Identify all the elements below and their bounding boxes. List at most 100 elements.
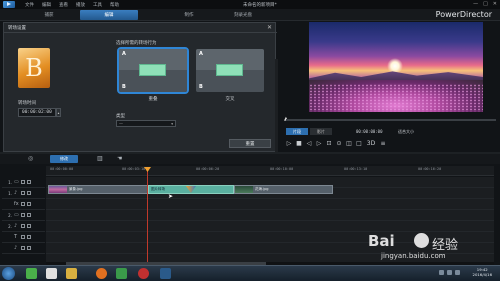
modify-button[interactable]: 修改 [50,155,78,163]
prev-frame-icon[interactable]: ◁ [306,140,312,147]
app-logo-icon [3,1,15,8]
clock-date: 2016/4/16 [472,272,492,277]
type-dropdown[interactable]: — ▾ [116,120,176,127]
title-bar: 文件 编辑 查看 播放 工具 帮助 未命名的新项目* — □ ✕ [0,0,500,9]
overlap-option[interactable]: A B [117,47,189,94]
minimize-button[interactable]: — [473,1,478,7]
app-icon[interactable] [116,268,127,279]
panel-scrollbar[interactable] [275,59,278,153]
next-frame-icon[interactable]: ▷ [316,140,322,147]
track-header[interactable]: 2. ♪ [2,221,45,232]
movie-mode-button[interactable]: 影片 [310,128,332,135]
track-header[interactable]: 1. ▭ [2,177,45,188]
chevron-down-icon: ▾ [171,122,173,126]
timecode-display[interactable]: 00:00:00:00 [356,129,383,134]
lock-icon[interactable] [21,224,25,228]
transition-clip[interactable]: 图片转场 [148,185,234,194]
reset-button[interactable]: 重置 [229,139,271,148]
duration-spinner-icon[interactable]: ▴ [56,108,61,117]
fx-track-icon: fx [14,201,19,207]
lock-icon[interactable] [21,235,25,239]
menu-icon[interactable]: ≡ [380,140,386,147]
powerdirector-icon[interactable] [160,268,171,279]
transition-marker-icon [186,186,196,193]
grid-icon[interactable]: ◫ [346,140,352,147]
delete-icon[interactable]: ▥ [97,155,103,162]
checkbox-icon[interactable] [27,202,31,206]
lock-icon[interactable] [21,213,25,217]
checkbox-icon[interactable] [27,246,31,250]
track-lane[interactable] [46,221,494,232]
browser-icon[interactable] [96,268,107,279]
checkbox-icon[interactable] [27,213,31,217]
tab-disc[interactable]: 刻录光盘 [214,10,272,20]
track-manager-icon[interactable]: ◎ [28,155,33,162]
undock-icon[interactable]: □ [356,140,362,147]
tray-icon[interactable] [455,270,460,275]
play-icon[interactable]: ▷ [286,140,292,147]
window-controls: — □ ✕ [473,1,497,7]
panel-divider [4,32,277,33]
menu-view[interactable]: 查看 [59,2,68,8]
track-lane[interactable] [46,199,494,210]
menu-tools[interactable]: 工具 [93,2,102,8]
maximize-button[interactable]: □ [483,1,488,7]
player-mode-bar: 片段 影片 00:00:00:00 适合大小 [286,128,486,136]
lock-icon[interactable] [21,246,25,250]
track-header[interactable]: 1. ♪ [2,188,45,199]
snapshot-icon[interactable]: ⊙ [336,140,342,147]
track-number: 1. [8,179,12,185]
menu-file[interactable]: 文件 [25,2,34,8]
track-lane[interactable] [46,232,494,243]
app-icon[interactable] [26,268,37,279]
panel-close-icon[interactable]: ✕ [267,24,272,31]
record-icon[interactable] [138,268,149,279]
playhead-line[interactable] [147,170,148,266]
tab-capture[interactable]: 捕获 [20,10,78,20]
menu-edit[interactable]: 编辑 [42,2,51,8]
track-lane[interactable] [46,243,494,254]
track-lane[interactable] [46,210,494,221]
stop-icon[interactable]: ■ [296,140,302,147]
lock-icon[interactable] [21,180,25,184]
cross-caption: 交叉 [225,97,235,102]
track-header[interactable]: 2. ▭ [2,210,45,221]
tray-icon[interactable] [447,270,452,275]
checkbox-icon[interactable] [27,235,31,239]
checkbox-icon[interactable] [27,224,31,228]
cross-option[interactable]: A B [196,49,264,92]
track-header[interactable]: T [2,232,45,243]
clip-name: 花海.jpg [255,187,269,191]
video-clip[interactable]: 景象.jpg [48,185,148,194]
tray-icon[interactable] [439,270,444,275]
app-icon[interactable] [46,268,57,279]
tab-produce[interactable]: 制作 [160,10,218,20]
video-clip[interactable]: 花海.jpg [234,185,333,194]
menu-play[interactable]: 播放 [76,2,85,8]
hand-tool-icon[interactable]: ☚ [117,155,122,162]
clip-name: 景象.jpg [69,187,83,191]
track-header[interactable]: fx [2,199,45,210]
taskbar-clock[interactable]: 19:42 2016/4/16 [473,267,492,277]
tab-edit[interactable]: 编辑 [80,10,138,20]
windows-taskbar: 19:42 2016/4/16 [0,265,500,281]
split-icon[interactable]: ⊡ [326,140,332,147]
timeline-ruler[interactable]: 00:00:00:00 00:00:03:10 00:00:06:20 00:0… [46,166,494,176]
checkbox-icon[interactable] [27,180,31,184]
music-track-icon: ♪ [14,245,18,251]
clip-mode-button[interactable]: 片段 [286,128,308,135]
checkbox-icon[interactable] [27,191,31,195]
fit-dropdown[interactable]: 适合大小 [398,129,414,135]
lock-icon[interactable] [21,202,25,206]
menu-help[interactable]: 帮助 [110,2,119,8]
cross-transition-block [216,64,243,76]
folder-icon[interactable] [66,268,77,279]
lock-icon[interactable] [21,191,25,195]
close-button[interactable]: ✕ [493,1,497,7]
track-header[interactable]: ♪ [2,243,45,254]
preview-sun [387,58,403,74]
start-button-icon[interactable] [2,267,15,280]
duration-field[interactable]: 00:00:02:00 [18,108,56,117]
3d-button[interactable]: 3D [366,140,376,147]
preview-scrub-bar[interactable] [286,119,496,121]
